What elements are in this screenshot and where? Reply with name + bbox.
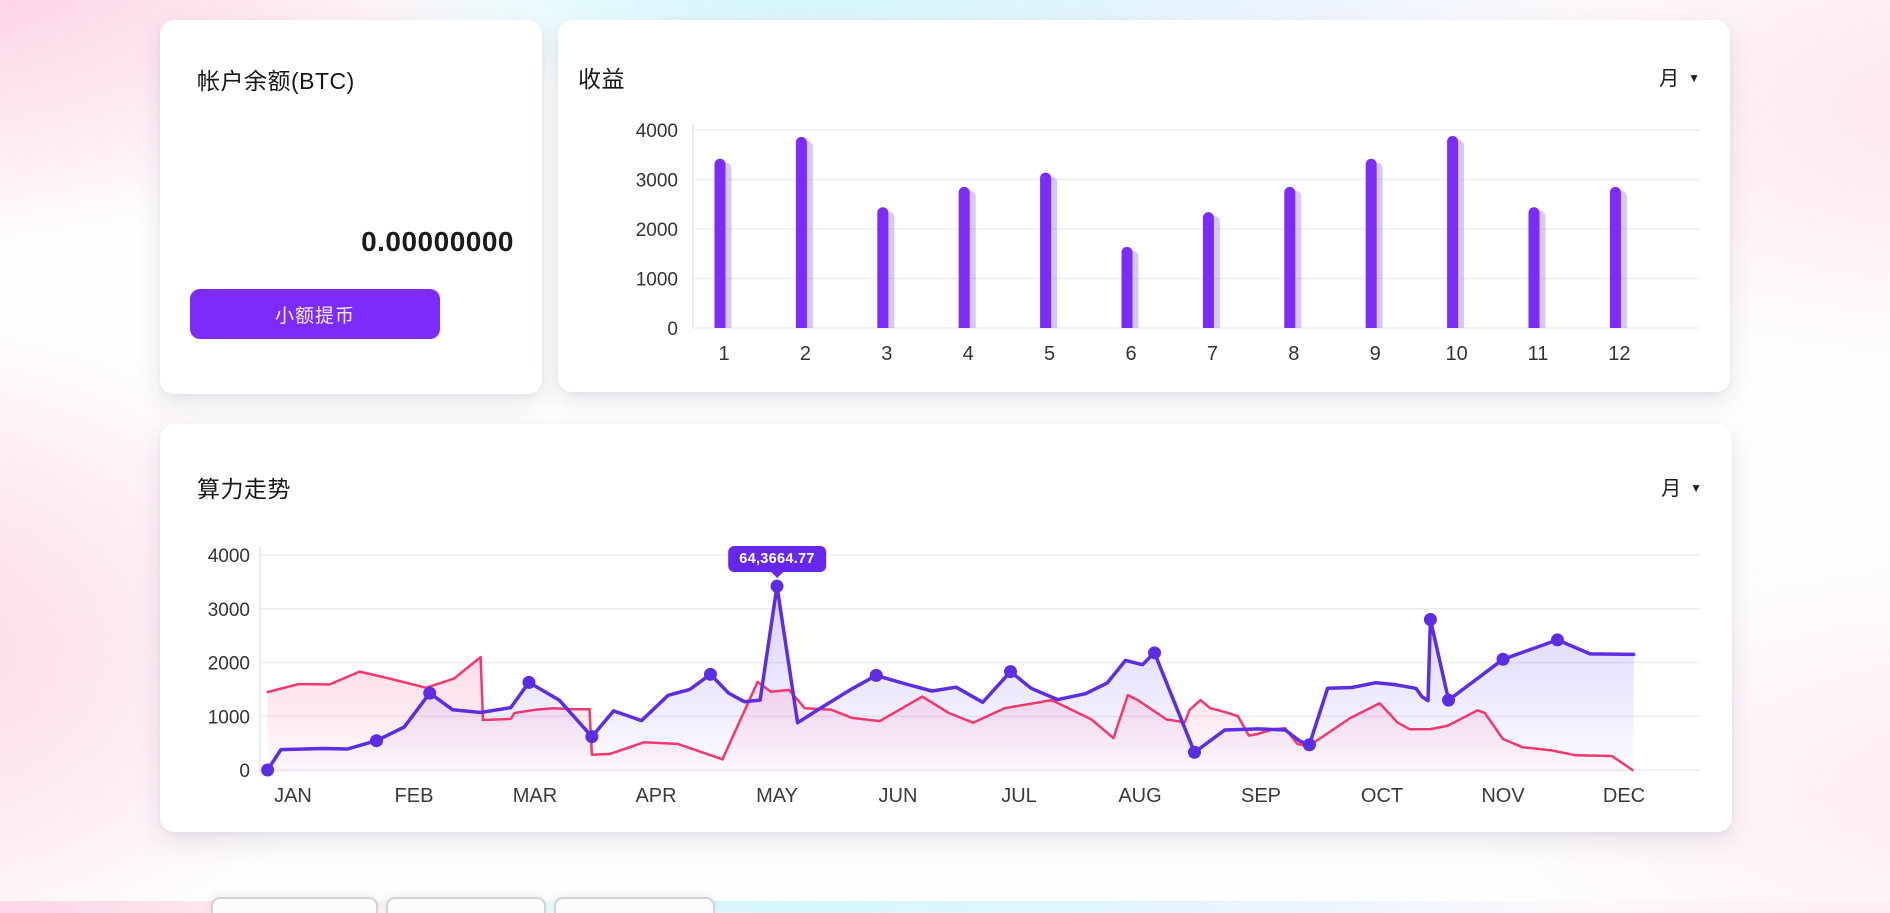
x-axis-tick: 2 <box>800 343 811 365</box>
earnings-bar-10[interactable] <box>1447 136 1464 328</box>
hashrate-card: 算力走势 月 ▼ 01000200030004000JANFEBMARAPRMA… <box>160 424 1732 832</box>
x-axis-tick: 8 <box>1288 343 1299 365</box>
earnings-bar-5[interactable] <box>1040 173 1057 328</box>
x-axis-tick: OCT <box>1361 785 1403 807</box>
hashrate-line-chart[interactable]: 0 1000 2000 3000 4000 JAN FEB MAR APR MAY JUN JUL AU… <box>160 424 1732 832</box>
y-axis-tick: 0 <box>667 319 678 340</box>
bar[interactable] <box>1529 207 1540 328</box>
data-point-marker[interactable] <box>1424 613 1437 626</box>
bar[interactable] <box>1040 173 1051 328</box>
x-axis-tick: JAN <box>274 785 312 807</box>
balance-card: 帐户余额(BTC) 0.00000000 小额提币 <box>160 20 542 394</box>
bar[interactable] <box>796 137 807 328</box>
earnings-card: 收益 月 ▼ 01000200030004000123456789101112 <box>558 20 1730 392</box>
bar[interactable] <box>1284 187 1295 328</box>
data-point-marker[interactable] <box>585 730 598 743</box>
earnings-bar-2[interactable] <box>796 137 813 328</box>
earnings-bar-chart[interactable]: 01000200030004000123456789101112 <box>558 20 1730 392</box>
data-point-marker[interactable] <box>771 580 784 593</box>
bar[interactable] <box>877 207 888 328</box>
data-point-marker[interactable] <box>1497 653 1510 666</box>
y-axis-tick: 1000 <box>208 707 250 728</box>
below-fold-card-top <box>386 897 546 913</box>
earnings-bar-1[interactable] <box>715 159 732 328</box>
data-point-marker[interactable] <box>1442 694 1455 707</box>
earnings-bar-9[interactable] <box>1366 159 1383 328</box>
y-axis-tick: 4000 <box>208 546 250 567</box>
y-axis-tick: 2000 <box>636 220 678 241</box>
withdraw-button[interactable]: 小额提币 <box>190 289 440 339</box>
chart-tooltip: 64,3664.77 <box>728 546 826 572</box>
earnings-bar-7[interactable] <box>1203 212 1220 328</box>
earnings-bar-12[interactable] <box>1610 187 1627 328</box>
data-point-marker[interactable] <box>1004 665 1017 678</box>
earnings-bar-8[interactable] <box>1284 187 1301 328</box>
data-point-marker[interactable] <box>370 734 383 747</box>
earnings-bar-11[interactable] <box>1529 207 1546 328</box>
x-axis-tick: NOV <box>1481 785 1525 807</box>
y-axis-tick: 2000 <box>208 654 250 675</box>
bar[interactable] <box>1610 187 1621 328</box>
data-point-marker[interactable] <box>522 676 535 689</box>
x-axis-tick: APR <box>635 785 676 807</box>
data-point-marker[interactable] <box>1303 738 1316 751</box>
below-fold-card-top <box>554 897 715 913</box>
x-axis-tick: 7 <box>1207 343 1218 365</box>
x-axis-tick: FEB <box>395 785 434 807</box>
x-axis-tick: 12 <box>1608 343 1630 365</box>
x-axis-tick: MAY <box>756 785 798 807</box>
x-axis-tick: 10 <box>1445 343 1467 365</box>
below-fold-card-top <box>211 897 378 913</box>
data-point-marker[interactable] <box>261 764 274 777</box>
bar[interactable] <box>1447 136 1458 328</box>
bar[interactable] <box>1366 159 1377 328</box>
x-axis-tick: 1 <box>718 343 729 365</box>
data-point-marker[interactable] <box>423 687 436 700</box>
x-axis-tick: 11 <box>1528 343 1549 365</box>
x-axis-tick: MAR <box>513 785 557 807</box>
earnings-bar-3[interactable] <box>877 207 894 328</box>
bar[interactable] <box>1203 212 1214 328</box>
y-axis-tick: 3000 <box>636 171 678 192</box>
data-point-marker[interactable] <box>1188 746 1201 759</box>
bar[interactable] <box>1122 247 1133 328</box>
earnings-bar-6[interactable] <box>1122 247 1139 328</box>
earnings-bar-4[interactable] <box>959 187 976 328</box>
balance-value: 0.00000000 <box>361 226 514 258</box>
data-point-marker[interactable] <box>704 668 717 681</box>
x-axis-tick: 4 <box>963 343 974 365</box>
x-axis-tick: AUG <box>1118 785 1161 807</box>
data-point-marker[interactable] <box>1551 633 1564 646</box>
balance-card-title: 帐户余额(BTC) <box>197 62 355 96</box>
bar[interactable] <box>715 159 726 328</box>
x-axis-tick: DEC <box>1603 785 1645 807</box>
data-point-marker[interactable] <box>870 669 883 682</box>
bar[interactable] <box>959 187 970 328</box>
x-axis-tick: 9 <box>1370 343 1381 365</box>
x-axis-tick: 3 <box>881 343 892 365</box>
y-axis-tick: 1000 <box>636 270 678 291</box>
x-axis-tick: JUN <box>879 785 918 807</box>
data-point-marker[interactable] <box>1148 646 1161 659</box>
y-axis-tick: 4000 <box>636 121 678 142</box>
x-axis-tick: 5 <box>1044 343 1055 365</box>
y-axis-tick: 0 <box>239 761 250 782</box>
x-axis-tick: JUL <box>1001 785 1037 807</box>
x-axis-tick: 6 <box>1125 343 1136 365</box>
y-axis-tick: 3000 <box>208 600 250 621</box>
x-axis-tick: SEP <box>1241 785 1281 807</box>
